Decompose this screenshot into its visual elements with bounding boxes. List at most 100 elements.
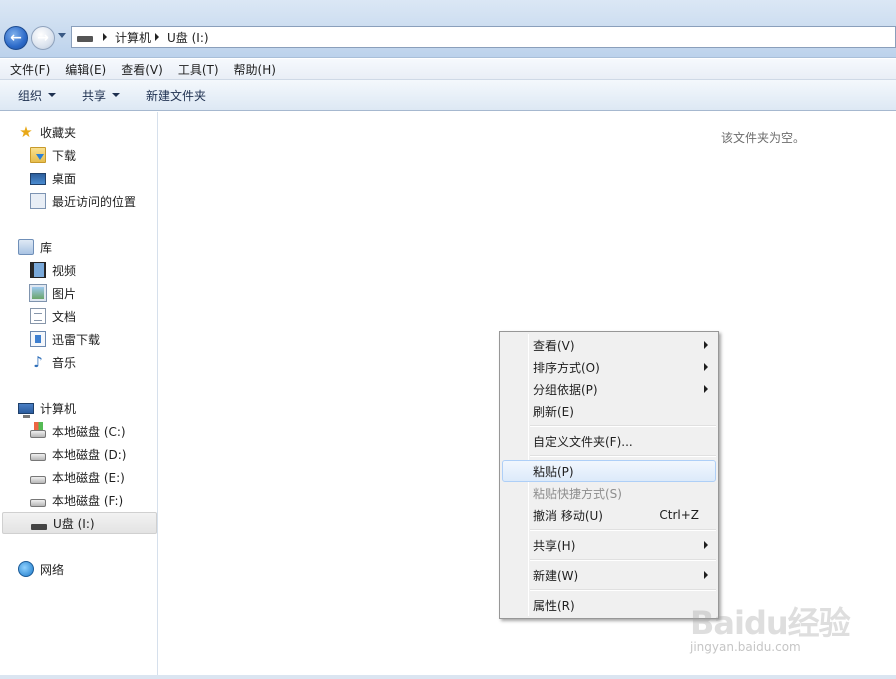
nav-item-label: 本地磁盘 (F:) [52, 493, 124, 508]
baidu-jingyan-watermark: Baidu经验 jingyan.baidu.com [690, 584, 890, 664]
nav-item-label: 视频 [52, 263, 77, 278]
menu-view[interactable]: 查看(V) [117, 61, 167, 78]
nav-computer-label: 计算机 [40, 401, 77, 416]
organize-button[interactable]: 组织 [12, 87, 62, 104]
menu-item-sort-by[interactable]: 排序方式(O) [502, 356, 716, 378]
menu-item-properties[interactable]: 属性(R) [502, 594, 716, 616]
submenu-arrow-icon [704, 341, 708, 349]
xunlei-download-icon [30, 331, 46, 347]
nav-item-drive-e[interactable]: 本地磁盘 (E:) [30, 466, 125, 488]
menu-item-paste[interactable]: 粘贴(P) [502, 460, 716, 482]
menu-item-new[interactable]: 新建(W) [502, 564, 716, 586]
submenu-arrow-icon [704, 541, 708, 549]
menu-item-share[interactable]: 共享(H) [502, 534, 716, 556]
nav-item-videos[interactable]: 视频 [30, 259, 76, 281]
breadcrumb-computer[interactable]: 计算机 [115, 29, 151, 46]
shortcut-label: Ctrl+Z [659, 508, 699, 522]
submenu-arrow-icon [704, 385, 708, 393]
nav-libraries-label: 库 [40, 240, 53, 255]
document-icon [30, 308, 46, 324]
address-bar[interactable]: 计算机 U盘 (I:) [71, 26, 896, 48]
nav-item-label: 本地磁盘 (E:) [52, 470, 125, 485]
menu-separator [530, 589, 716, 591]
nav-item-documents[interactable]: 文档 [30, 305, 76, 327]
nav-libraries[interactable]: 库 [18, 236, 52, 258]
menu-item-undo-move[interactable]: 撤消 移动(U) Ctrl+Z [502, 504, 716, 526]
music-note-icon: ♪ [33, 353, 43, 371]
menu-item-label: 共享(H) [533, 538, 576, 553]
network-globe-icon [18, 561, 34, 577]
back-button[interactable]: ← [4, 26, 28, 50]
nav-item-label: 文档 [52, 309, 77, 324]
star-icon: ★ [19, 123, 33, 141]
menu-item-refresh[interactable]: 刷新(E) [502, 400, 716, 422]
menu-file[interactable]: 文件(F) [6, 61, 54, 78]
chevron-down-icon [48, 93, 57, 97]
usb-drive-icon [77, 35, 93, 42]
forward-button[interactable]: → [31, 26, 55, 50]
menu-item-label: 自定义文件夹(F)... [533, 434, 633, 449]
menu-item-customize-folder[interactable]: 自定义文件夹(F)... [502, 430, 716, 452]
nav-computer[interactable]: 计算机 [18, 397, 76, 419]
new-folder-button[interactable]: 新建文件夹 [140, 87, 212, 104]
chevron-right-icon[interactable] [103, 33, 107, 41]
nav-item-usb-drive[interactable]: U盘 (I:) [2, 512, 157, 534]
chevron-right-icon[interactable] [155, 33, 160, 41]
menu-item-label: 属性(R) [533, 598, 575, 613]
nav-item-music[interactable]: ♪ 音乐 [30, 351, 76, 373]
nav-item-pictures[interactable]: 图片 [29, 282, 76, 304]
nav-item-downloads[interactable]: 下载 [30, 144, 76, 166]
hard-drive-icon [30, 499, 46, 507]
picture-icon [29, 284, 47, 302]
arrow-left-icon: ← [10, 30, 22, 46]
hard-drive-icon [30, 476, 46, 484]
system-drive-icon [30, 422, 46, 438]
breadcrumb-usb-drive[interactable]: U盘 (I:) [167, 29, 209, 46]
share-button[interactable]: 共享 [76, 87, 126, 104]
command-bar: 组织 共享 新建文件夹 [0, 80, 896, 111]
menu-separator [530, 559, 716, 561]
menu-tools[interactable]: 工具(T) [174, 61, 223, 78]
video-icon [30, 262, 46, 278]
menu-edit[interactable]: 编辑(E) [61, 61, 110, 78]
nav-item-label: 迅雷下载 [52, 332, 101, 347]
nav-item-label: 下载 [52, 148, 77, 163]
nav-network-label: 网络 [40, 562, 65, 577]
menu-item-group-by[interactable]: 分组依据(P) [502, 378, 716, 400]
computer-icon [18, 403, 34, 418]
nav-favorites[interactable]: ★ 收藏夹 [18, 121, 76, 143]
address-area: ← → 计算机 U盘 (I:) [0, 0, 896, 58]
bottom-border [0, 675, 896, 679]
nav-item-label: U盘 (I:) [53, 516, 95, 531]
menu-item-paste-shortcut[interactable]: 粘贴快捷方式(S) [502, 482, 716, 504]
menu-item-label: 粘贴快捷方式(S) [533, 486, 622, 501]
organize-label: 组织 [18, 88, 43, 103]
library-icon [18, 239, 34, 255]
arrow-right-icon: → [37, 30, 49, 46]
nav-item-desktop[interactable]: 桌面 [30, 167, 76, 189]
context-menu: 查看(V) 排序方式(O) 分组依据(P) 刷新(E) 自定义文件夹(F)...… [499, 331, 719, 619]
nav-item-drive-f[interactable]: 本地磁盘 (F:) [30, 489, 123, 511]
navigation-pane: ★ 收藏夹 下载 桌面 最近访问的位置 库 视频 图片 文档 迅雷下载 ♪ 音乐… [0, 112, 158, 679]
nav-item-label: 音乐 [52, 355, 77, 370]
nav-item-drive-d[interactable]: 本地磁盘 (D:) [30, 443, 126, 465]
nav-item-label: 本地磁盘 (D:) [52, 447, 127, 462]
menu-item-label: 撤消 移动(U) [533, 508, 603, 523]
recent-pages-dropdown[interactable] [58, 33, 66, 38]
nav-item-label: 本地磁盘 (C:) [52, 424, 126, 439]
menu-item-label: 新建(W) [533, 568, 579, 583]
menu-help[interactable]: 帮助(H) [230, 61, 280, 78]
usb-drive-icon [31, 523, 47, 530]
menu-item-label: 粘贴(P) [533, 464, 574, 479]
nav-item-label: 最近访问的位置 [52, 194, 137, 209]
hard-drive-icon [30, 453, 46, 461]
watermark-url: jingyan.baidu.com [690, 640, 801, 654]
nav-network[interactable]: 网络 [18, 558, 64, 580]
menu-item-view[interactable]: 查看(V) [502, 334, 716, 356]
nav-item-drive-c[interactable]: 本地磁盘 (C:) [30, 420, 126, 442]
downloads-folder-icon [30, 147, 46, 163]
nav-item-recent-places[interactable]: 最近访问的位置 [30, 190, 136, 212]
chevron-down-icon [112, 93, 121, 97]
nav-item-xunlei-downloads[interactable]: 迅雷下载 [30, 328, 100, 350]
submenu-arrow-icon [704, 571, 708, 579]
